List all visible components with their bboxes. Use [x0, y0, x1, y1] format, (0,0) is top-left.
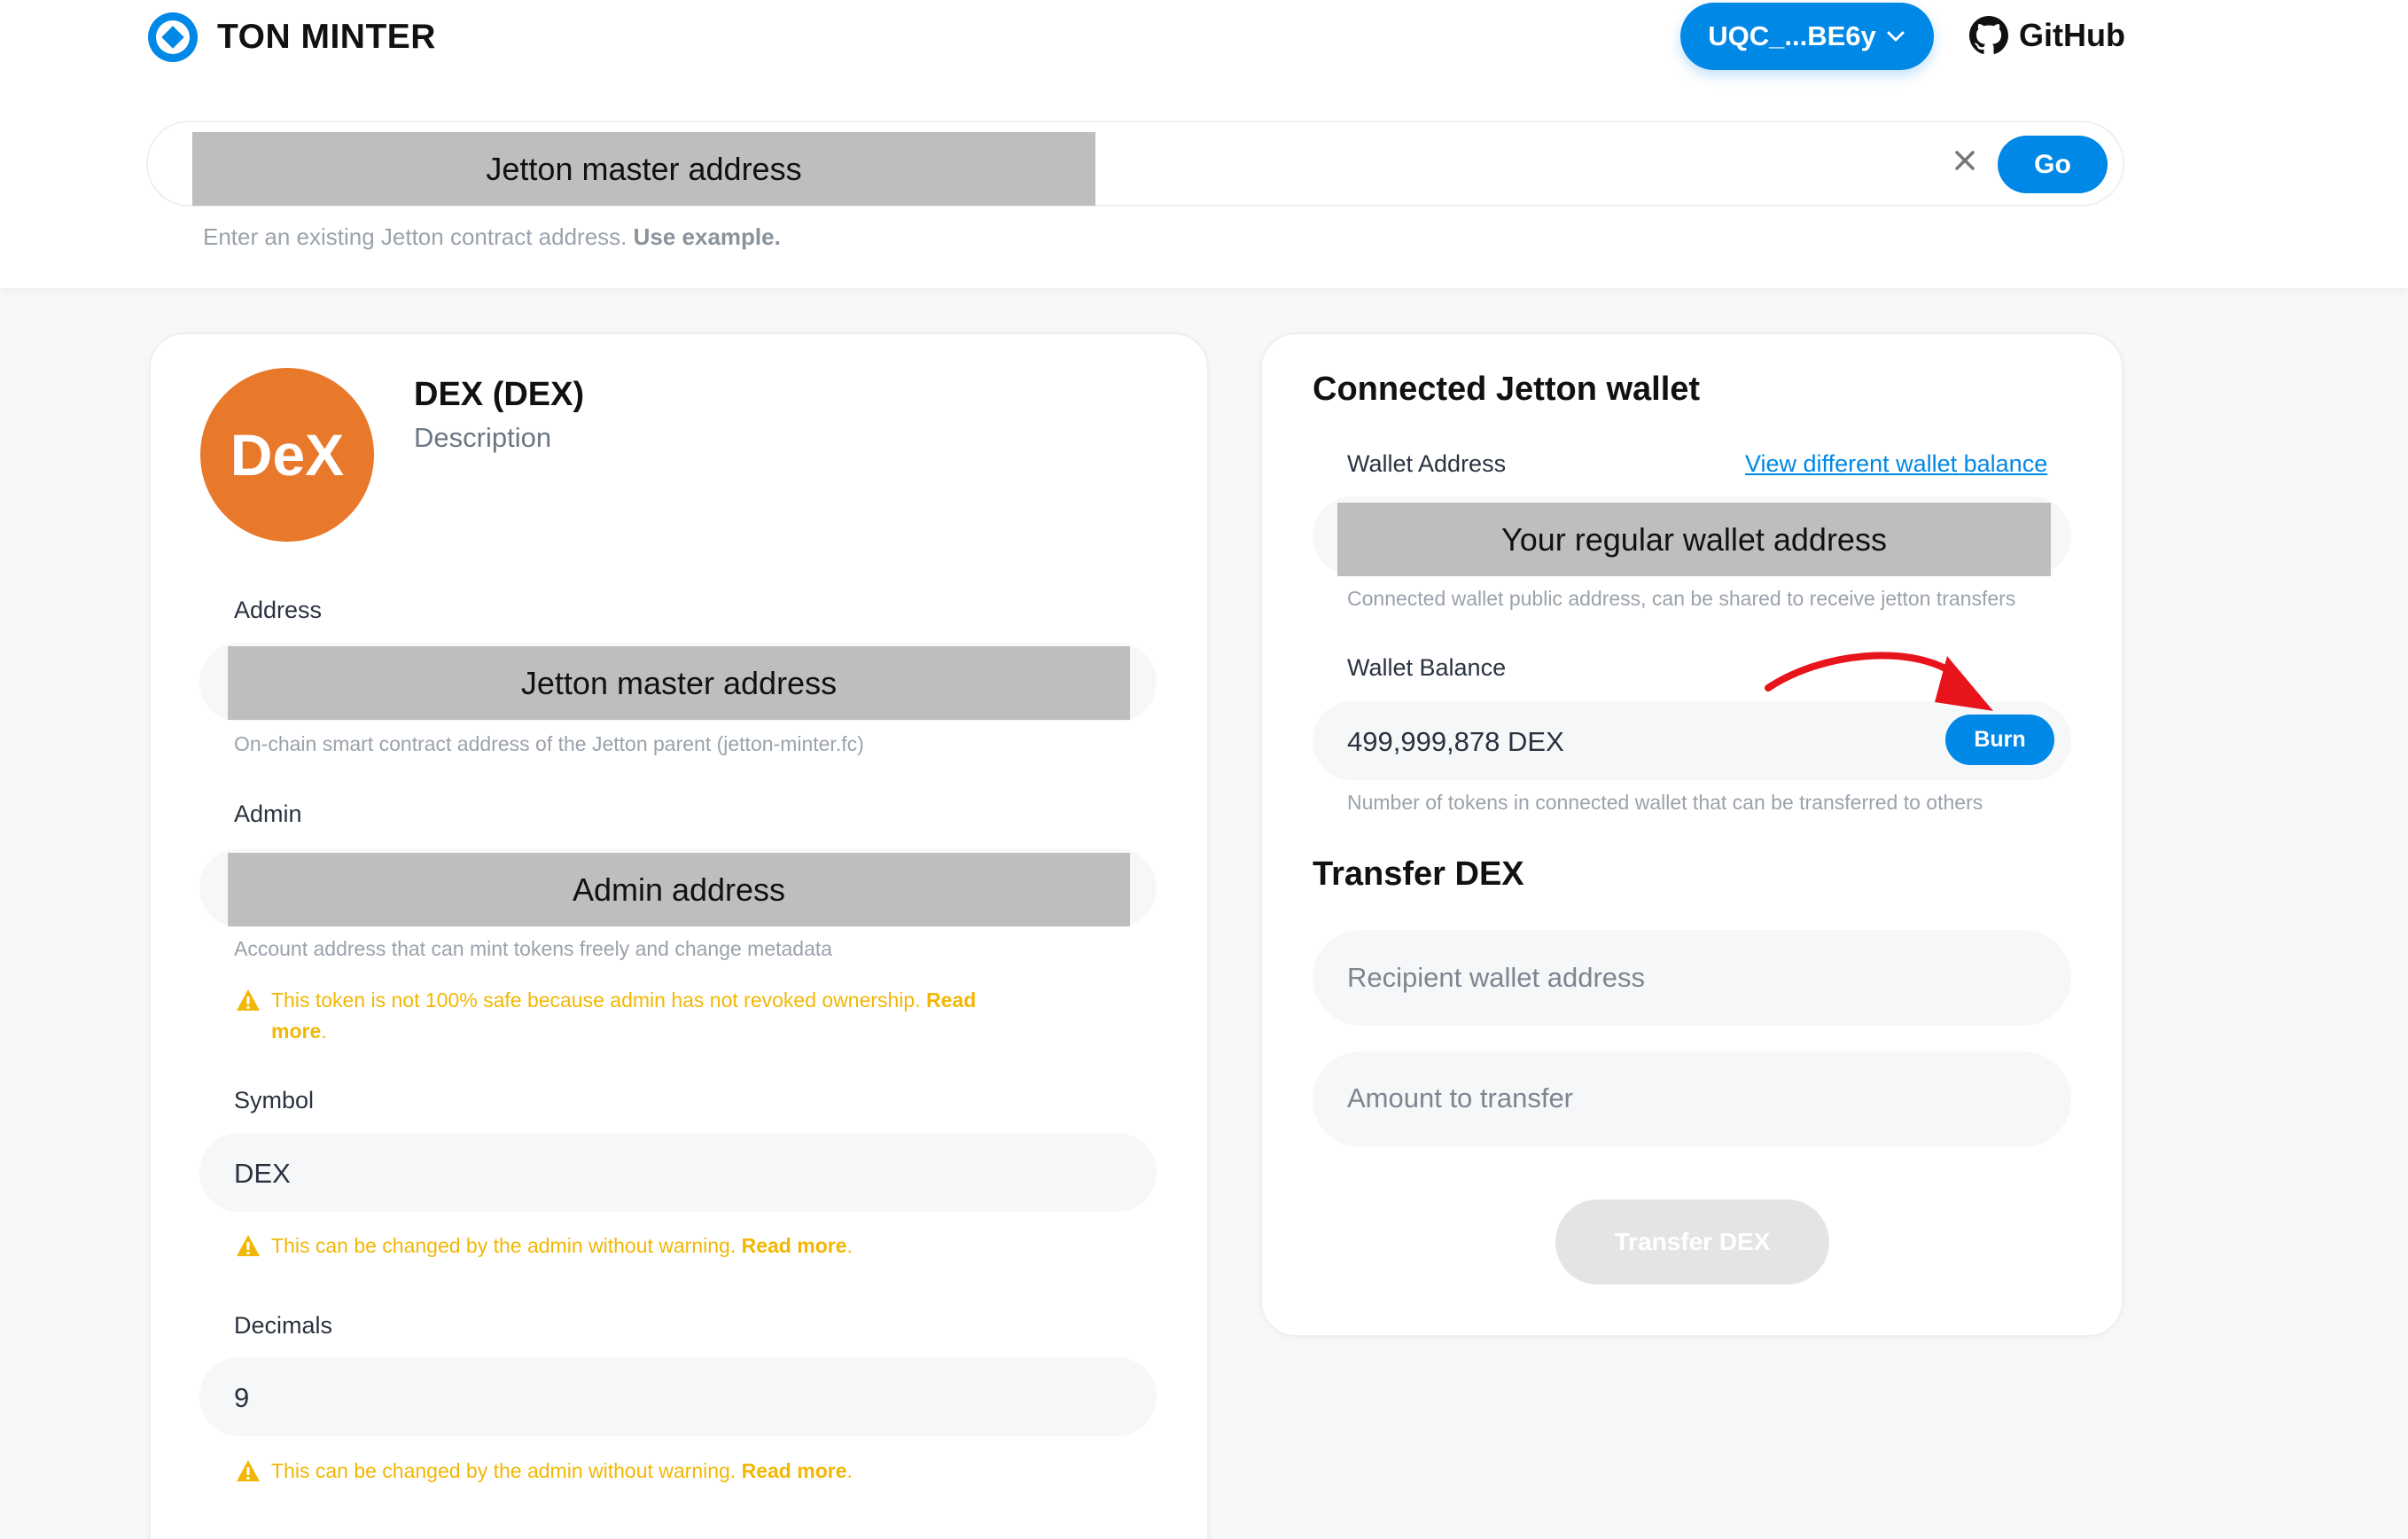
decimals-read-more-link[interactable]: Read more [742, 1459, 847, 1482]
transfer-title: Transfer DEX [1313, 855, 1524, 893]
symbol-warning-text: This can be changed by the admin without… [271, 1234, 736, 1257]
github-icon [1969, 16, 2008, 54]
decimals-warning-end: . [846, 1459, 853, 1482]
ton-logo-icon [148, 12, 198, 62]
admin-warning: This token is not 100% safe because admi… [236, 985, 1033, 1047]
symbol-warning-end: . [846, 1234, 853, 1257]
token-description: Description [414, 422, 552, 453]
app-logo[interactable]: TON MINTER [146, 11, 436, 64]
amount-placeholder: Amount to transfer [1347, 1082, 1574, 1113]
decimals-warning: This can be changed by the admin without… [236, 1456, 853, 1487]
admin-read-link[interactable]: Read [926, 988, 976, 1012]
symbol-field [199, 1133, 1157, 1212]
admin-warning-text: This token is not 100% safe because admi… [271, 988, 921, 1012]
admin-label: Admin [234, 801, 302, 827]
connected-wallet-title: Connected Jetton wallet [1313, 371, 1701, 408]
jetton-address-value[interactable]: Jetton master address [228, 646, 1130, 720]
admin-warning-end: . [321, 1019, 327, 1043]
admin-hint: Account address that can mint tokens fre… [234, 937, 833, 960]
view-different-wallet-link[interactable]: View different wallet balance [1745, 450, 2047, 478]
wallet-balance-label: Wallet Balance [1347, 654, 1507, 681]
symbol-warning-content: This can be changed by the admin without… [271, 1230, 853, 1262]
avatar: DeX [200, 368, 374, 542]
wallet-address-label: UQC_...BE6y [1708, 20, 1876, 51]
search-input[interactable]: Jetton master address [192, 132, 1095, 206]
use-example-link[interactable]: Use example. [634, 223, 781, 250]
search-hint-text: Enter an existing Jetton contract addres… [203, 223, 627, 250]
decimals-label: Decimals [234, 1312, 333, 1339]
decimals-value: 9 [234, 1382, 250, 1413]
github-label: GitHub [2019, 17, 2125, 53]
admin-warning-content: This token is not 100% safe because admi… [271, 985, 976, 1047]
wallet-button[interactable]: UQC_...BE6y [1680, 3, 1934, 70]
red-arrow-annotation [1765, 652, 1993, 711]
symbol-warning: This can be changed by the admin without… [236, 1230, 853, 1262]
recipient-placeholder: Recipient wallet address [1347, 962, 1646, 993]
wallet-balance-value: 499,999,878 DEX [1347, 726, 1564, 757]
address-label: Address [234, 597, 323, 623]
symbol-read-more-link[interactable]: Read more [742, 1234, 847, 1257]
go-button[interactable]: Go [1998, 136, 2108, 193]
wallet-balance-hint: Number of tokens in connected wallet tha… [1347, 791, 1983, 814]
decimals-warning-text: This can be changed by the admin without… [271, 1459, 736, 1482]
wallet-address-value[interactable]: Your regular wallet address [1337, 503, 2051, 576]
admin-address-value[interactable]: Admin address [228, 853, 1130, 926]
token-name: DEX (DEX) [414, 376, 585, 413]
decimals-field [199, 1357, 1157, 1436]
warning-icon [237, 1235, 260, 1256]
close-icon[interactable] [1950, 145, 1980, 176]
chevron-down-icon [1887, 31, 1905, 42]
symbol-label: Symbol [234, 1087, 315, 1113]
wallet-address-hint: Connected wallet public address, can be … [1347, 587, 2016, 610]
address-hint: On-chain smart contract address of the J… [234, 732, 864, 755]
search-hint: Enter an existing Jetton contract addres… [203, 223, 781, 251]
symbol-value: DEX [234, 1158, 291, 1189]
decimals-warning-content: This can be changed by the admin without… [271, 1456, 853, 1487]
wallet-address-label: Wallet Address [1347, 450, 1507, 477]
app-name: TON MINTER [217, 18, 436, 56]
warning-icon [237, 989, 260, 1011]
admin-more-link[interactable]: more [271, 1019, 321, 1043]
connected-wallet-card [1260, 332, 2124, 1337]
transfer-button[interactable]: Transfer DEX [1555, 1199, 1829, 1285]
github-link[interactable]: GitHub [1969, 16, 2125, 55]
warning-icon [237, 1460, 260, 1481]
